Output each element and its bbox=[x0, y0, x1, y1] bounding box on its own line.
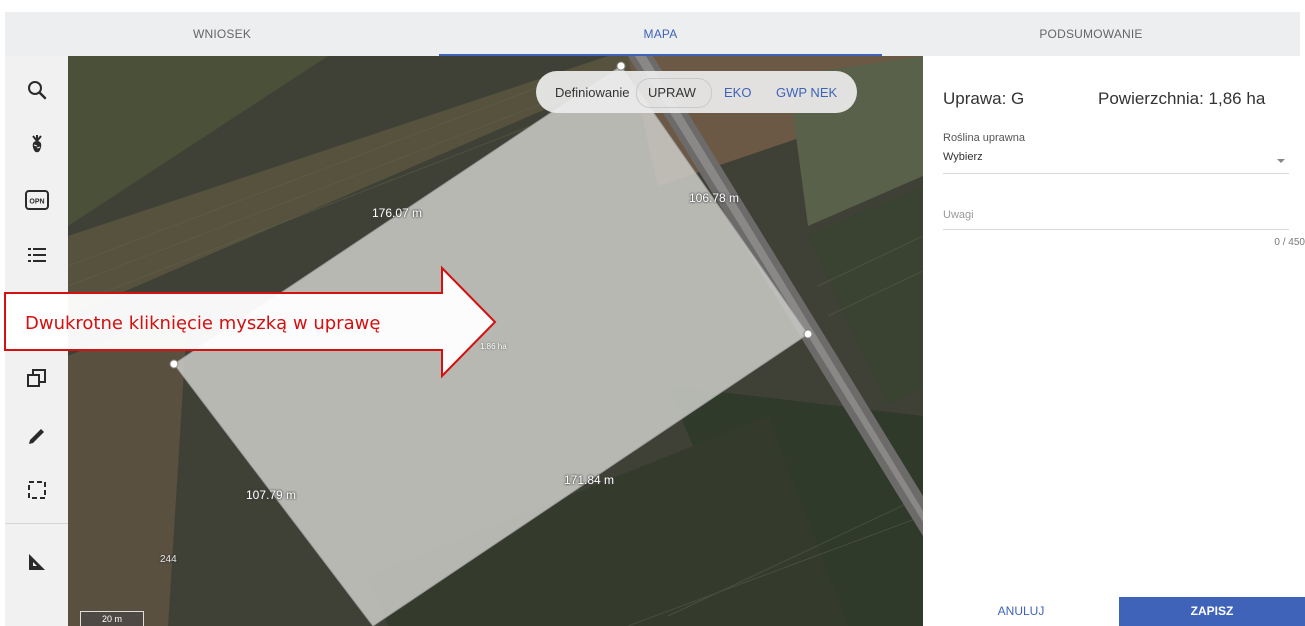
notes-underline bbox=[943, 229, 1289, 230]
crop-select-label: Roślina uprawna bbox=[943, 132, 1025, 144]
tab-podsumowanie[interactable]: PODSUMOWANIE bbox=[882, 12, 1300, 56]
option-gwp-nek[interactable]: GWP NEK bbox=[776, 85, 837, 100]
option-eko[interactable]: EKO bbox=[724, 85, 751, 100]
notes-char-counter: 0 / 450 bbox=[1274, 237, 1305, 248]
annotation-text: Dwukrotne kliknięcie myszką w uprawę bbox=[25, 313, 381, 334]
segment-length-top-right: 106.78 m bbox=[689, 191, 740, 205]
chevron-down-icon[interactable] bbox=[1277, 159, 1285, 163]
cancel-button[interactable]: ANULUJ bbox=[923, 597, 1119, 626]
crop-form-panel: Uprawa: G Powierzchnia: 1,86 ha Roślina … bbox=[923, 63, 1305, 626]
save-button[interactable]: ZAPISZ bbox=[1119, 597, 1305, 626]
crop-select-underline bbox=[943, 173, 1289, 174]
tab-podsumowanie-label: PODSUMOWANIE bbox=[1039, 27, 1143, 41]
crop-area: Powierzchnia: 1,86 ha bbox=[1098, 89, 1266, 108]
tab-mapa-label: MAPA bbox=[643, 27, 678, 41]
option-upraw[interactable]: UPRAW bbox=[648, 85, 696, 100]
crop-select[interactable]: Wybierz bbox=[943, 151, 983, 163]
notes-field[interactable]: Uwagi bbox=[943, 209, 974, 221]
crop-title: Uprawa: G bbox=[943, 89, 1025, 108]
